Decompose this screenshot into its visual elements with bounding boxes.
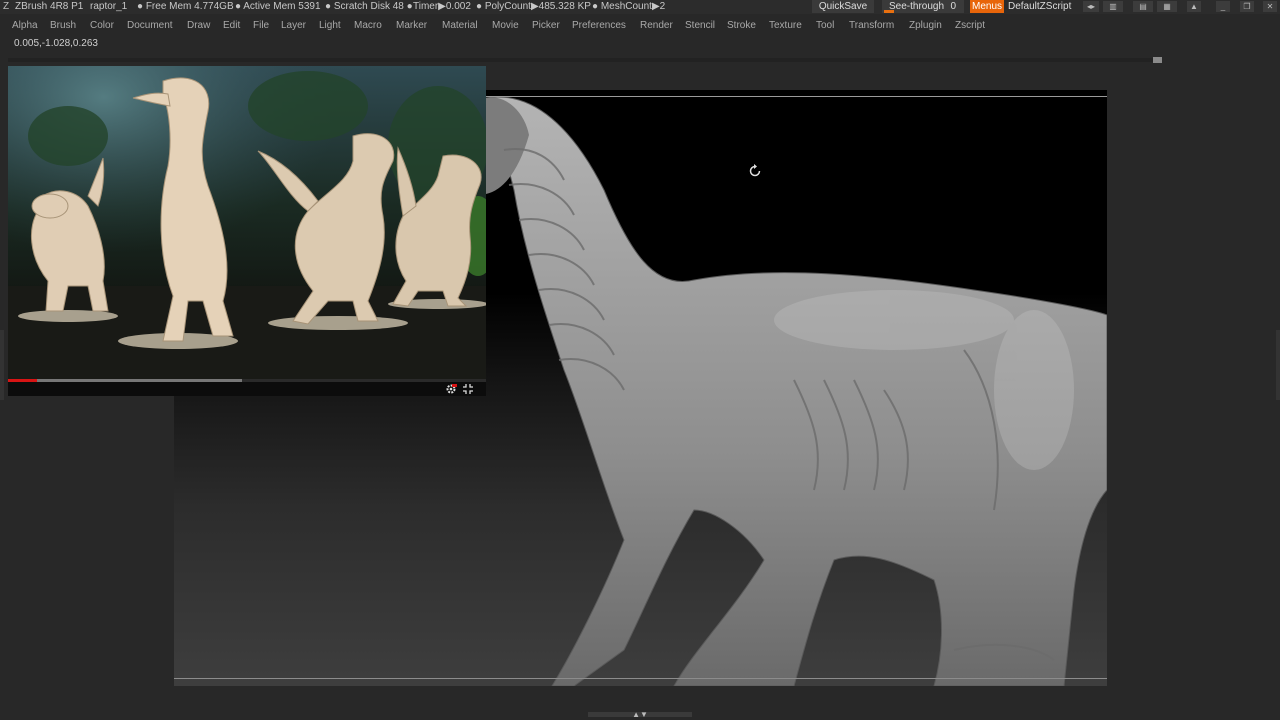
menu-picker[interactable]: Picker [532,19,560,33]
menu-edit[interactable]: Edit [223,19,240,33]
cursor-coordinates: 0.005,-1.028,0.263 [14,38,98,49]
menu-color[interactable]: Color [90,19,114,33]
menu-movie[interactable]: Movie [492,19,519,33]
active-mem-stat: ● Active Mem 5391 [235,1,321,12]
menu-layer[interactable]: Layer [281,19,306,33]
left-tray-handle[interactable] [0,330,4,400]
lock-icon[interactable]: ▲ [1187,1,1201,12]
zbrush-window: Z ZBrush 4R8 P1 raptor_1 ● Free Mem 4.77… [0,0,1280,720]
title-bar: Z ZBrush 4R8 P1 raptor_1 ● Free Mem 4.77… [0,0,1280,14]
see-through-indicator [884,10,894,13]
rotate-icon[interactable] [746,162,764,180]
see-through-label: See-through [889,1,945,12]
menu-render[interactable]: Render [640,19,673,33]
document-name: raptor_1 [90,1,128,12]
menu-brush[interactable]: Brush [50,19,76,33]
quicksave-button[interactable]: QuickSave [812,0,874,13]
menus-button[interactable]: Menus [970,0,1004,13]
scrollbar-thumb[interactable] [1153,57,1162,63]
menu-transform[interactable]: Transform [849,19,894,33]
see-through-value: 0 [950,1,956,12]
restore-icon[interactable]: ❐ [1240,1,1254,12]
zbrush-logo-icon: Z [3,1,10,12]
menu-file[interactable]: File [253,19,269,33]
menu-draw[interactable]: Draw [187,19,210,33]
canvas-top-guide [486,96,1107,97]
app-title: ZBrush 4R8 P1 [15,1,84,12]
minimize-icon[interactable]: _ [1216,1,1230,12]
canvas-bottom-guide [174,678,1107,679]
menu-bar: Alpha Brush Color Document Draw Edit Fil… [0,17,1280,35]
fullscreen-icon[interactable] [462,383,474,395]
menu-tool[interactable]: Tool [816,19,834,33]
menu-texture[interactable]: Texture [769,19,802,33]
polycount-stat: ● PolyCount▶485.328 KP [476,1,591,12]
gear-icon[interactable] [445,383,457,395]
timer-stat: Timer▶0.002 [413,1,471,12]
menu-stencil[interactable]: Stencil [685,19,715,33]
free-mem-stat: ● Free Mem 4.774GB [137,1,234,12]
menu-zscript[interactable]: Zscript [955,19,985,33]
reference-video-frame [8,66,486,379]
video-controls [8,382,486,396]
tray-icon-1[interactable]: ◂▸ [1083,1,1099,12]
default-zscript-button[interactable]: DefaultZScript [1008,0,1078,13]
meshcount-stat: ● MeshCount▶2 [592,1,666,12]
menu-zplugin[interactable]: Zplugin [909,19,942,33]
layout-icon-2[interactable]: ▦ [1157,1,1177,12]
menu-light[interactable]: Light [319,19,341,33]
menu-alpha[interactable]: Alpha [12,19,38,33]
reference-video-player[interactable] [8,66,486,396]
top-shelf-scrollbar[interactable] [8,57,1162,63]
scratch-disk-stat: ● Scratch Disk 48 ● [325,1,413,12]
close-icon[interactable]: ✕ [1263,1,1277,12]
right-tray-handle[interactable] [1276,330,1280,400]
see-through-slider[interactable]: See-through 0 [882,0,964,13]
menu-material[interactable]: Material [442,19,478,33]
menu-marker[interactable]: Marker [396,19,427,33]
bottom-tray-toggle-icon[interactable]: ▲▼ [631,710,649,719]
menu-document[interactable]: Document [127,19,173,33]
layout-icon-1[interactable]: ▤ [1133,1,1153,12]
tray-icon-2[interactable]: ▥ [1103,1,1123,12]
menu-stroke[interactable]: Stroke [727,19,756,33]
menu-preferences[interactable]: Preferences [572,19,626,33]
menu-macro[interactable]: Macro [354,19,382,33]
